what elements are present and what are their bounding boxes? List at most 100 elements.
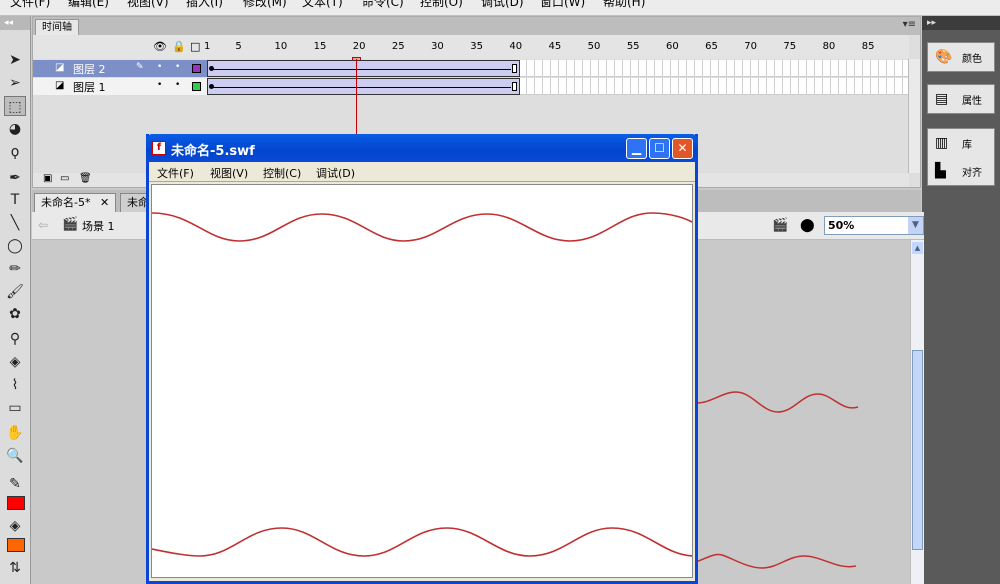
subselection-tool-icon[interactable]: ➢ [4,73,26,93]
frame-number: 85 [861,41,875,52]
panel-menu-icon[interactable]: ▾≡ [903,19,916,30]
free-transform-tool-icon[interactable]: ⬚ [4,96,26,116]
menu-edit[interactable]: 编辑(E) [68,0,109,10]
selection-tool-icon[interactable]: ➤ [4,50,26,70]
close-button[interactable]: ✕ [672,138,693,159]
menu-text[interactable]: 文本(T) [302,0,343,10]
layer-name: 图层 2 [73,63,106,76]
panel-library[interactable]: ▥ 库 [928,129,994,157]
visibility-dot[interactable]: • [157,80,162,90]
hand-tool-icon[interactable]: ✋ [4,423,26,443]
frame-number: 25 [391,41,405,52]
menu-file[interactable]: 文件(F) [10,0,50,10]
maximize-button[interactable]: ☐ [649,138,670,159]
palette-icon: 🎨 [935,49,953,65]
frame-number: 50 [587,41,601,52]
lock-icon[interactable]: 🔒 [172,40,186,53]
right-panel-group-3: ▥ 库 ▙ 对齐 [927,128,995,186]
text-tool-icon[interactable]: T [4,190,26,210]
scene-label[interactable]: 场景 1 [82,218,115,234]
new-layer-icon[interactable]: ▣ [43,173,52,184]
lock-dot[interactable]: • [175,80,180,90]
zoom-select[interactable]: 50% ▼ [824,216,924,235]
layer-name-area[interactable]: ◪ 图层 2 ✎ • • [33,60,207,77]
menu-help[interactable]: 帮助(H) [603,0,645,10]
frame-number: 45 [548,41,562,52]
timeline-tabbar: 时间轴 ▾≡ [33,17,920,35]
menu-window[interactable]: 窗口(W) [540,0,585,10]
scroll-up-icon[interactable]: ▲ [912,242,923,254]
line-tool-icon[interactable]: ╲ [4,213,26,233]
eyedropper-tool-icon[interactable]: ⌇ [4,375,26,395]
frame-number: 10 [274,41,288,52]
swf-canvas [151,184,693,578]
panel-properties-label: 属性 [962,96,982,107]
menu-control[interactable]: 控制(O) [420,0,463,10]
paint-bucket-tool-icon[interactable]: ◈ [4,352,26,372]
brush-tool-icon[interactable]: 🖌 [4,282,26,302]
menubar: 文件(F) 编辑(E) 视图(V) 插入(I) 修改(M) 文本(T) 命令(C… [0,0,1000,16]
back-arrow-icon[interactable]: ⇦ [38,218,48,232]
swf-menu-debug[interactable]: 调试(D) [316,165,355,181]
swf-titlebar[interactable]: f 未命名-5.swf ▁ ☐ ✕ [146,134,698,162]
timeline-tab[interactable]: 时间轴 [35,19,79,35]
pen-tool-icon[interactable]: ✒ [4,168,26,188]
layer-name-area[interactable]: ◪ 图层 1 • • [33,78,207,95]
properties-icon: ▤ [935,91,949,107]
zoom-tool-icon[interactable]: 🔍 [4,446,26,466]
menu-view[interactable]: 视图(V) [127,0,169,10]
outline-icon[interactable]: □ [190,40,200,53]
minimize-button[interactable]: ▁ [626,138,647,159]
timeline-vertical-scrollbar[interactable] [908,59,920,173]
chevron-down-icon[interactable]: ▼ [908,217,923,234]
edit-symbols-icon[interactable]: ⬤ [800,218,815,233]
panel-align[interactable]: ▙ 对齐 [928,157,994,185]
swap-colors-icon[interactable]: ⇅ [4,558,26,578]
layer-row[interactable]: ◪ 图层 2 ✎ • • [33,60,909,77]
right-panel-header[interactable]: ▸▸ [922,16,1000,30]
pencil-tool-icon[interactable]: ✏ [4,259,26,279]
lasso-tool-icon[interactable]: ϙ [4,142,26,162]
menu-insert[interactable]: 插入(I) [186,0,223,10]
tools-panel: ◂◂ ➤ ➢ ⬚ ◕ ϙ ✒ T ╲ ◯ ✏ 🖌 ✿ ⚲ ◈ ⌇ ▭ ✋ 🔍 ✎… [0,16,31,584]
document-tab-active[interactable]: 未命名-5* ✕ [34,193,117,212]
swf-menu-view[interactable]: 视图(V) [210,165,248,181]
swf-wave-line [152,527,692,557]
panel-color[interactable]: 🎨 颜色 [928,43,994,71]
panel-properties[interactable]: ▤ 属性 [928,85,994,113]
menu-modify[interactable]: 修改(M) [243,0,287,10]
layer-icon: ◪ [55,80,65,91]
stroke-color-swatch[interactable] [7,496,25,510]
swf-menu-control[interactable]: 控制(C) [263,165,301,181]
menu-debug[interactable]: 调试(D) [481,0,524,10]
visibility-dot[interactable]: • [157,62,162,72]
timeline-header: 👁 🔒 □ 1 5 10 15 20 25 30 35 40 45 50 55 60 65 70 75 80 85 [33,35,909,73]
3d-rotation-tool-icon[interactable]: ◕ [4,119,26,139]
frame-number: 40 [509,41,523,52]
delete-layer-icon[interactable]: 🗑 [79,173,92,184]
motion-tween-span[interactable] [207,78,521,95]
deco-tool-icon[interactable]: ✿ [4,304,26,324]
bone-tool-icon[interactable]: ⚲ [4,329,26,349]
scene-clapper-icon: 🎬 [62,217,79,232]
fill-color-swatch[interactable] [7,538,25,552]
document-tab-label: 未命名-5* [41,196,91,209]
stage-vertical-scrollbar[interactable]: ▲ [910,240,924,584]
eraser-tool-icon[interactable]: ▭ [4,398,26,418]
new-folder-icon[interactable]: ▭ [60,173,69,184]
right-panel-group-2: ▤ 属性 [927,84,995,114]
frame-number: 15 [313,41,327,52]
scrollbar-thumb[interactable] [912,350,923,550]
oval-tool-icon[interactable]: ◯ [4,236,26,256]
lock-dot[interactable]: • [175,62,180,72]
menu-commands[interactable]: 命令(C) [362,0,404,10]
layer-outline-color[interactable] [192,82,201,91]
tween-arrow [212,69,512,70]
layer-outline-color[interactable] [192,64,201,73]
close-tab-icon[interactable]: ✕ [100,196,109,209]
show-hide-eye-icon[interactable]: 👁 [153,40,167,53]
motion-tween-span[interactable] [207,60,521,77]
layer-row[interactable]: ◪ 图层 1 • • [33,78,909,95]
edit-scene-icon[interactable]: 🎬 [772,218,788,233]
swf-menu-file[interactable]: 文件(F) [157,165,194,181]
